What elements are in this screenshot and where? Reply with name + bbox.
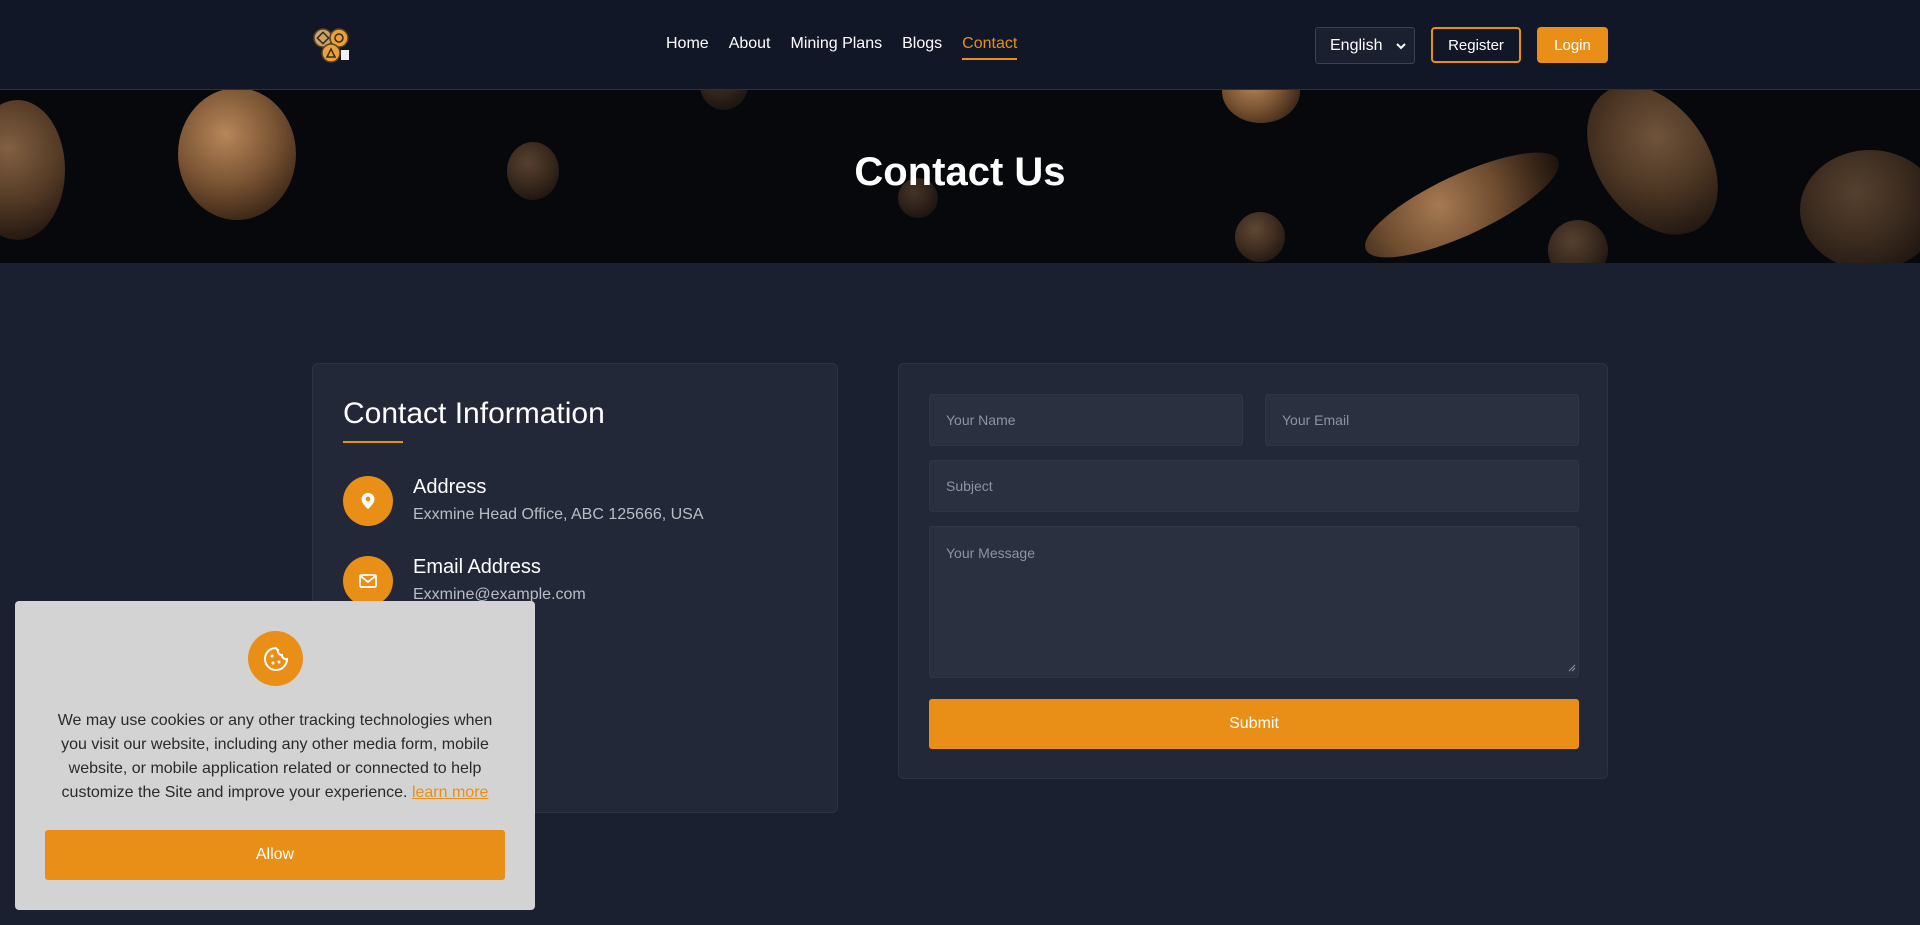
name-input[interactable]: Your Name [929,394,1243,446]
contact-info-title: Contact Information [343,397,605,430]
email-input-placeholder: Your Email [1282,412,1350,428]
coin-image [1548,220,1608,263]
nav-home[interactable]: Home [666,34,709,60]
nav-contact[interactable]: Contact [962,34,1018,60]
message-textarea-placeholder: Your Message [946,545,1035,561]
envelope-icon [343,556,393,606]
title-underline [343,441,403,443]
allow-cookies-button[interactable]: Allow [45,830,505,880]
resize-handle-icon[interactable] [1568,659,1576,675]
cookie-banner: We may use cookies or any other tracking… [15,601,535,910]
learn-more-link[interactable]: learn more [412,784,488,801]
contact-form-card: Your Name Your Email Subject Your Messag… [898,363,1608,779]
subject-input-placeholder: Subject [946,478,993,494]
coin-image [700,90,748,110]
coin-image [1235,212,1285,262]
coin-image [1222,90,1300,123]
nav-about[interactable]: About [729,34,771,60]
address-label: Address [413,476,487,498]
cookie-message: We may use cookies or any other tracking… [45,709,505,805]
email-input[interactable]: Your Email [1265,394,1579,446]
main-nav: Home About Mining Plans Blogs Contact [666,34,1018,60]
subject-input[interactable]: Subject [929,460,1579,512]
nav-blogs[interactable]: Blogs [902,34,942,60]
submit-button[interactable]: Submit [929,699,1579,749]
name-input-placeholder: Your Name [946,412,1016,428]
message-textarea[interactable]: Your Message [929,526,1579,678]
chevron-down-icon [1396,37,1406,55]
address-value: Exxmine Head Office, ABC 125666, USA [413,506,704,523]
register-button[interactable]: Register [1431,27,1521,63]
map-pin-icon [343,476,393,526]
cookie-icon [248,631,303,686]
site-logo[interactable] [312,28,352,64]
page-title: Contact Us [854,150,1066,194]
email-label: Email Address [413,556,541,578]
login-button[interactable]: Login [1537,27,1608,63]
nav-mining-plans[interactable]: Mining Plans [791,34,883,60]
hero-banner: Contact Us [0,90,1920,263]
site-header: Home About Mining Plans Blogs Contact En… [0,0,1920,90]
language-select[interactable]: English [1315,27,1415,64]
language-select-value: English [1330,36,1383,54]
